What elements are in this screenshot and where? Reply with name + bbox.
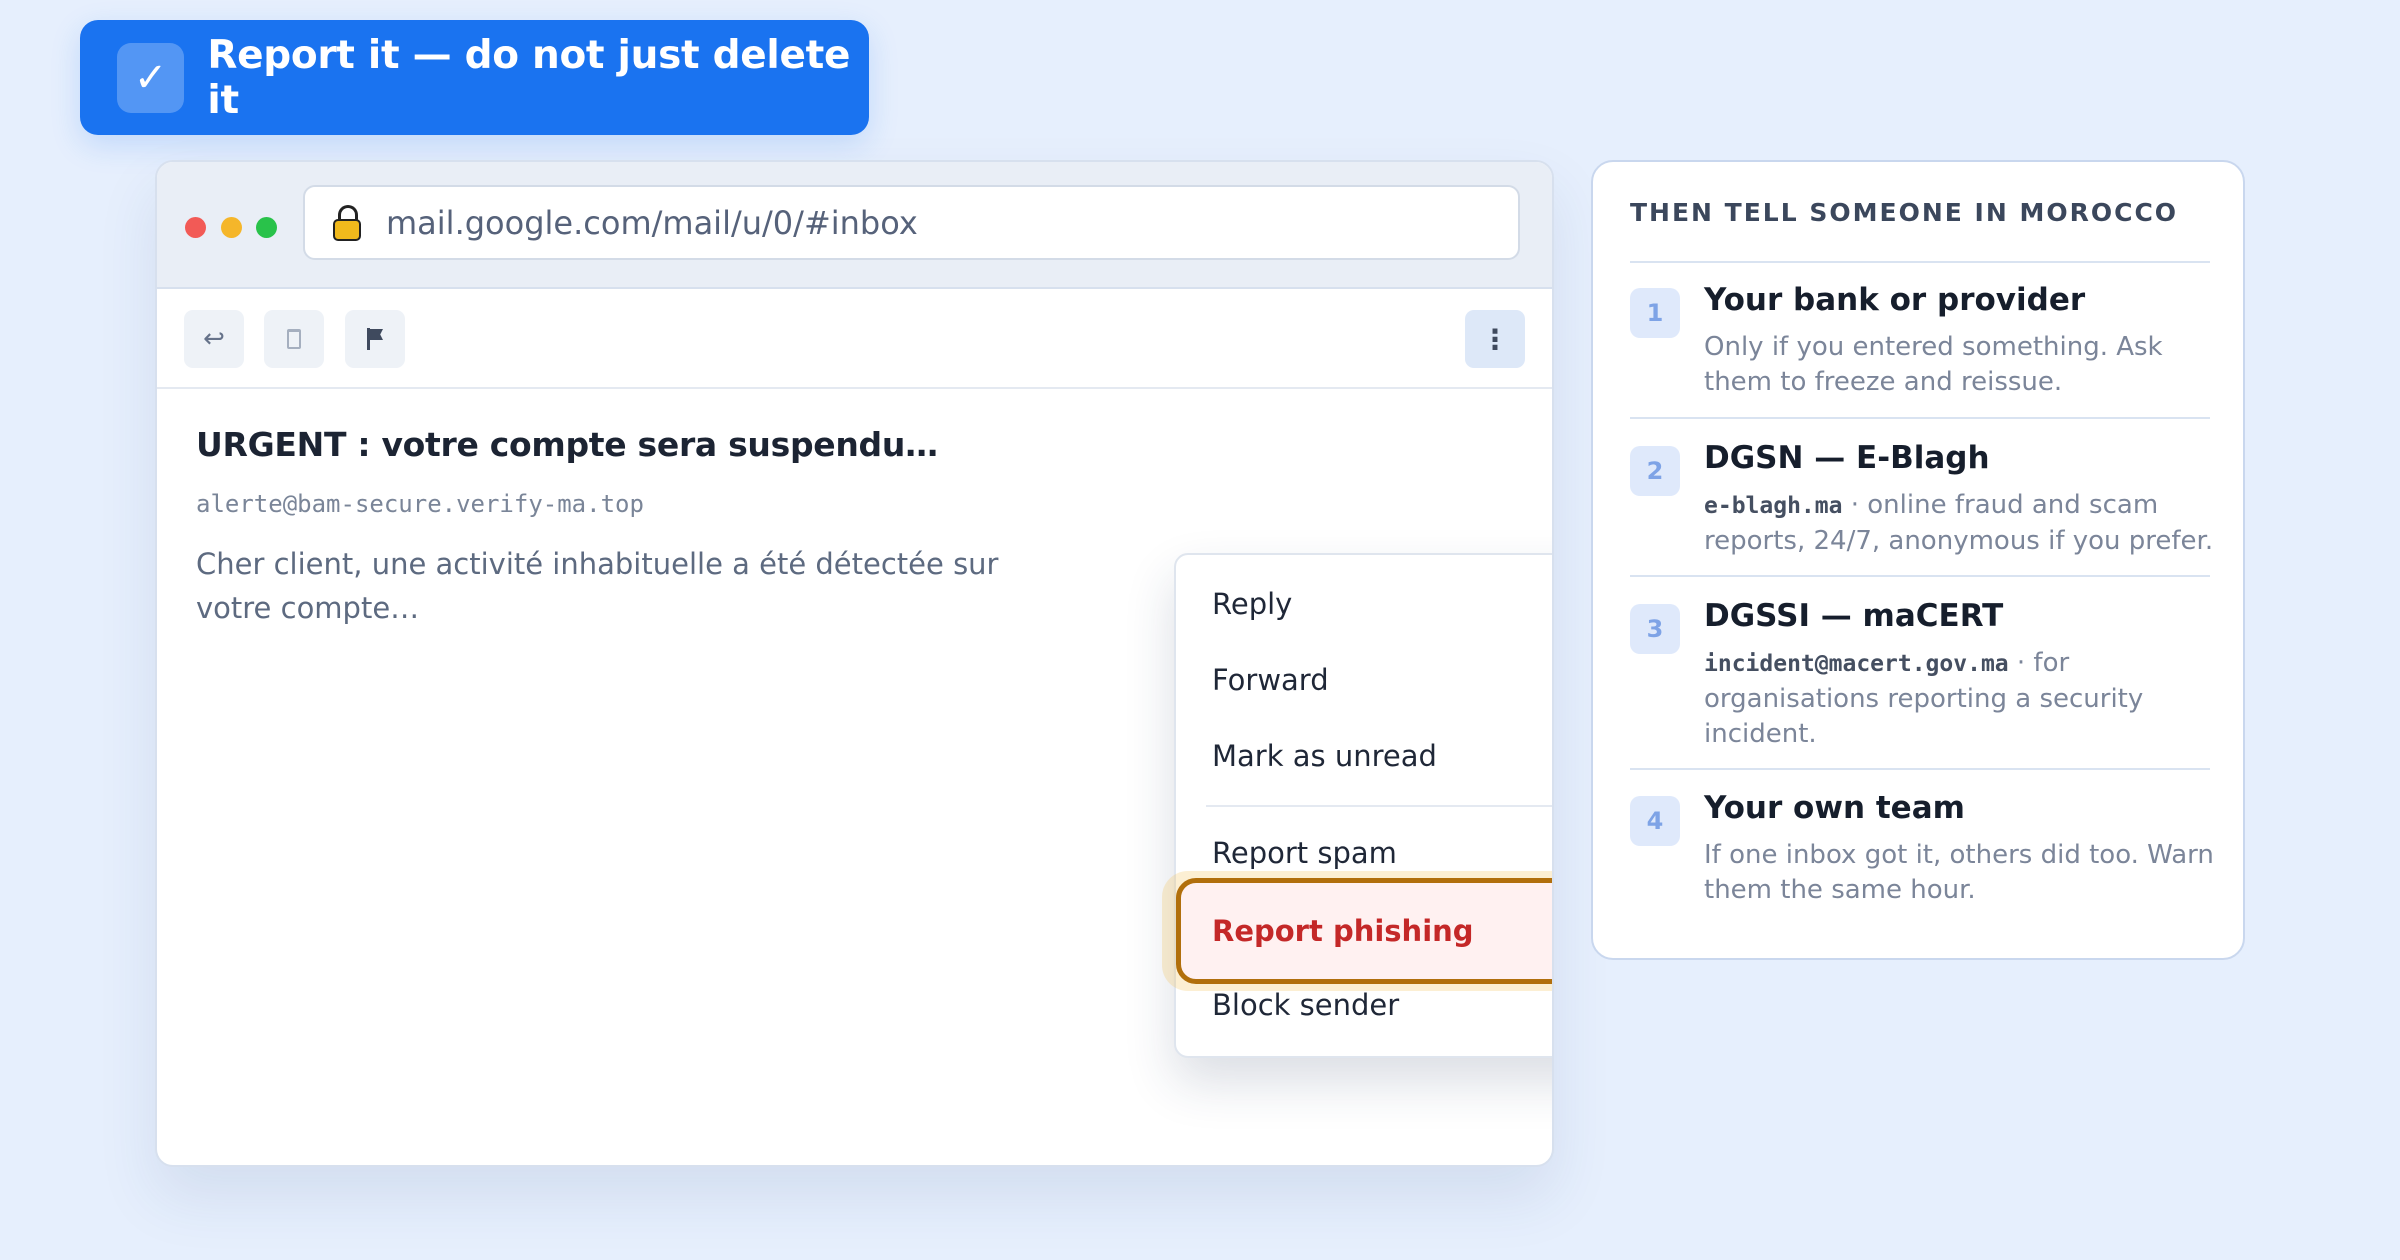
browser-window: mail.google.com/mail/u/0/#inbox ↩ ⋮ URGE… xyxy=(155,160,1554,1167)
panel-divider xyxy=(1630,417,2210,419)
maximize-window-dot[interactable] xyxy=(256,217,277,238)
contact-description: Only if you entered something. Ask them … xyxy=(1704,332,2163,397)
step-number: 1 xyxy=(1630,288,1680,338)
contact-code: e-blagh.ma xyxy=(1704,493,1843,519)
banner-title: Report it — do not just delete it xyxy=(207,32,851,123)
email-subject: URGENT : votre compte sera suspendu… xyxy=(196,425,938,464)
address-bar[interactable]: mail.google.com/mail/u/0/#inbox xyxy=(303,185,1520,260)
panel-divider xyxy=(1630,768,2210,770)
lock-icon xyxy=(333,204,361,241)
contact-title: DGSSI — maCERT xyxy=(1704,598,2004,634)
headline-banner: ✓ Report it — do not just delete it xyxy=(80,20,869,135)
browser-chrome: mail.google.com/mail/u/0/#inbox xyxy=(157,162,1552,289)
mail-toolbar: ↩ ⋮ xyxy=(157,289,1552,389)
menu-item-mark-unread[interactable]: Mark as unread xyxy=(1212,739,1437,773)
menu-item-reply[interactable]: Reply xyxy=(1212,587,1292,621)
contact-title: DGSN — E-Blagh xyxy=(1704,440,1990,476)
more-options-icon[interactable]: ⋮ xyxy=(1465,310,1525,368)
menu-item-report-phishing[interactable]: Report phishing xyxy=(1176,878,1552,984)
trash-icon[interactable] xyxy=(264,310,324,368)
contact-description: If one inbox got it, others did too. War… xyxy=(1704,840,2214,905)
contact-title: Your bank or provider xyxy=(1704,282,2086,318)
contact-description: e-blagh.ma · online fraud and scam repor… xyxy=(1704,490,2214,556)
menu-item-report-spam[interactable]: Report spam xyxy=(1212,836,1397,870)
contacts-panel: THEN TELL SOMEONE IN MOROCCO 1 Your bank… xyxy=(1591,160,2245,960)
reply-icon[interactable]: ↩ xyxy=(184,310,244,368)
panel-divider xyxy=(1630,261,2210,263)
panel-divider xyxy=(1630,575,2210,577)
checkmark-icon: ✓ xyxy=(117,42,185,113)
menu-divider xyxy=(1206,805,1552,807)
minimize-window-dot[interactable] xyxy=(221,217,242,238)
step-number: 3 xyxy=(1630,604,1680,654)
step-number: 4 xyxy=(1630,796,1680,846)
panel-heading: THEN TELL SOMEONE IN MOROCCO xyxy=(1630,198,2179,227)
contact-code: incident@macert.gov.ma xyxy=(1704,651,2009,677)
menu-item-block-sender[interactable]: Block sender xyxy=(1212,988,1399,1022)
email-preview: Cher client, une activité inhabituelle a… xyxy=(196,547,999,625)
email-sender: alerte@bam-secure.verify-ma.top xyxy=(196,490,644,518)
step-number: 2 xyxy=(1630,446,1680,496)
menu-item-forward[interactable]: Forward xyxy=(1212,663,1329,697)
contact-title: Your own team xyxy=(1704,790,1965,826)
url-text: mail.google.com/mail/u/0/#inbox xyxy=(386,203,918,242)
flag-icon[interactable] xyxy=(345,310,405,368)
contact-description: incident@macert.gov.ma · for organisatio… xyxy=(1704,648,2144,749)
close-window-dot[interactable] xyxy=(185,217,206,238)
more-options-menu: Reply Forward Mark as unread Report spam… xyxy=(1162,553,1552,1058)
